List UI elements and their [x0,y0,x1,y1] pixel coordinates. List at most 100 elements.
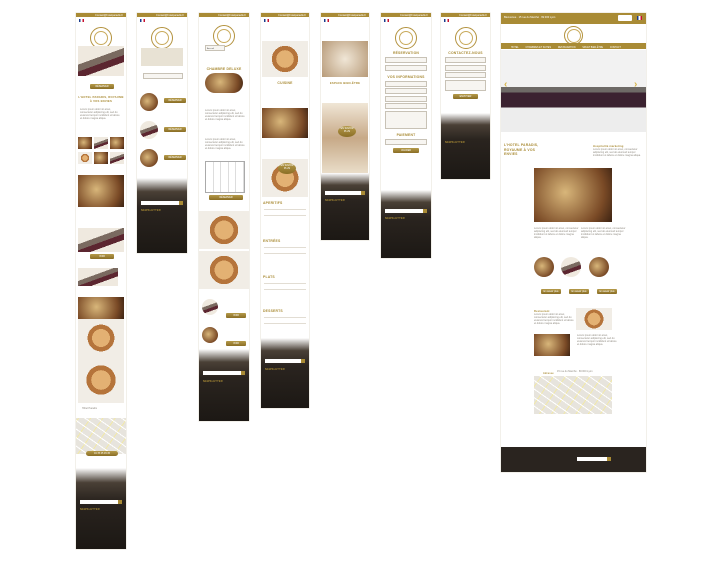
hotel-logo[interactable] [454,27,477,49]
contact-subject-field[interactable] [445,72,486,78]
newsletter-title: NEWSLETTER [385,217,405,220]
hotel-logo[interactable] [395,27,417,49]
fr-flag-icon[interactable] [637,16,642,20]
fr-flag-icon[interactable] [264,19,269,22]
mobile-home-mock: Contact@hotelparadis.fr RÉSERVER L'HOTEL… [76,13,126,549]
desktop-thumb-2[interactable] [561,257,581,277]
contact-email[interactable]: Contact@hotelparadis.fr [278,14,306,17]
detail-see-2[interactable]: VOIR [226,341,246,346]
menu-row[interactable] [264,242,306,248]
phone-field[interactable] [385,103,427,109]
restaurant-text: Lorem ipsum dolor sit amet, consectetur … [534,313,574,325]
contact-email[interactable]: Contact@hotelparadis.fr [156,14,184,17]
newsletter-input[interactable] [141,201,179,205]
menu-row[interactable] [264,204,306,210]
slider-prev-icon[interactable]: ‹ [504,79,507,90]
contact-email[interactable]: Contact@hotelparadis.fr [400,14,428,17]
contact-email[interactable]: Contact@hotelparadis.fr [95,14,123,17]
contact-message-field[interactable] [445,79,486,91]
newsletter-submit[interactable] [607,457,611,461]
card-field[interactable] [385,138,427,145]
newsletter-submit[interactable] [179,201,183,205]
suite-photo [78,228,124,252]
firstname-field[interactable] [385,88,427,94]
newsletter-input[interactable] [325,191,361,195]
newsletter-input[interactable] [385,209,423,213]
desktop-intro: Lorem ipsum dolor sit amet, consectetur … [593,148,641,157]
top-bar: Contact@hotelparadis.fr [381,13,431,17]
room-reserve-1[interactable]: RÉSERVER [164,98,186,103]
menu-row[interactable] [264,318,306,324]
see-rooms-button[interactable]: VOIR [90,254,114,259]
desktop-more-3[interactable]: En savoir plus [597,289,617,294]
detail-see-1[interactable]: VOIR [226,313,246,318]
phone-button[interactable]: 04 78 45 45 45 [86,451,118,456]
newsletter-input[interactable] [265,359,301,363]
desktop-thumb-1[interactable] [534,257,554,277]
hotel-logo[interactable] [151,27,173,49]
contact-name-field[interactable] [445,57,486,63]
nav-hotel[interactable]: HOTEL [511,47,519,49]
menu-select[interactable]: Accueil [205,44,225,51]
desktop-thumb-3[interactable] [589,257,609,277]
reserve-button[interactable]: RÉSERVER [90,84,114,89]
bedroom-photo [78,268,118,286]
desktop-map[interactable] [534,376,612,414]
wellness-more-button[interactable]: EN SAVOIR PLUS [338,126,356,137]
email-field[interactable] [385,95,427,102]
newsletter-input[interactable] [80,500,118,504]
room-thumb-2[interactable] [140,121,158,139]
menu-row[interactable] [264,312,306,318]
room-reserve-3[interactable]: RÉSERVER [164,155,186,160]
departure-field[interactable] [385,64,427,71]
nav-contact[interactable]: CONTACT [610,47,621,49]
contact-email[interactable]: Contact@hotelparadis.fr [338,14,366,17]
room-search-field[interactable] [143,72,183,79]
menu-row[interactable] [264,248,306,254]
room-thumb-3[interactable] [140,149,158,167]
table-photo [199,251,249,289]
message-field[interactable] [385,110,427,129]
name-field[interactable] [385,80,427,87]
contact-email[interactable]: Contact@hotelparadis.fr [218,14,246,17]
contact-email[interactable]: Contact@hotelparadis.fr [459,14,487,17]
arrival-field[interactable] [385,57,427,63]
mobile-rooms-mock: Contact@hotelparadis.fr RÉSERVER RÉSERVE… [137,13,187,253]
menu-row[interactable] [264,210,306,216]
hall-photo [78,175,124,207]
newsletter-input[interactable] [203,371,241,375]
nav-spa[interactable]: SPA ET BIEN-ÊTRE [582,47,603,49]
desktop-more-2[interactable]: En savoir plus [569,289,589,294]
tripadvisor-badge[interactable] [618,15,632,21]
fr-flag-icon[interactable] [324,19,329,22]
fr-flag-icon[interactable] [444,19,449,22]
room-detail-reserve[interactable]: RÉSERVER [209,195,243,200]
room-thumb-1[interactable] [140,93,158,111]
contact-email-field[interactable] [445,64,486,71]
burger-photo [262,41,308,77]
fr-flag-icon[interactable] [140,19,145,22]
newsletter-submit[interactable] [301,359,305,363]
fr-flag-icon[interactable] [79,19,84,22]
newsletter-submit[interactable] [118,500,122,504]
validate-button[interactable]: VALIDER [393,147,419,153]
nav-restaurant[interactable]: RESTAURATION [558,47,576,49]
slider-next-icon[interactable]: › [634,79,637,90]
newsletter-submit[interactable] [241,371,245,375]
room-banner [141,48,183,66]
fr-flag-icon[interactable] [384,19,389,22]
room-reserve-2[interactable]: RÉSERVER [164,127,186,132]
newsletter-input[interactable] [577,457,607,461]
location-map[interactable] [76,418,126,454]
send-button[interactable]: ENVOYER [453,93,478,99]
menu-row[interactable] [264,278,306,284]
nav-rooms[interactable]: CHAMBRES ET SUITES [526,47,551,49]
detail-thumb-1[interactable] [202,299,218,315]
detail-thumb-2[interactable] [202,327,218,343]
newsletter-submit[interactable] [423,209,427,213]
desktop-more-1[interactable]: En savoir plus [541,289,561,294]
newsletter-submit[interactable] [361,191,365,195]
address-value: 15 rue du Marché · 69 000 Lyon [557,370,593,373]
menu-row[interactable] [264,284,306,290]
cuisine-more-button[interactable]: EN SAVOIR PLUS [278,163,296,174]
